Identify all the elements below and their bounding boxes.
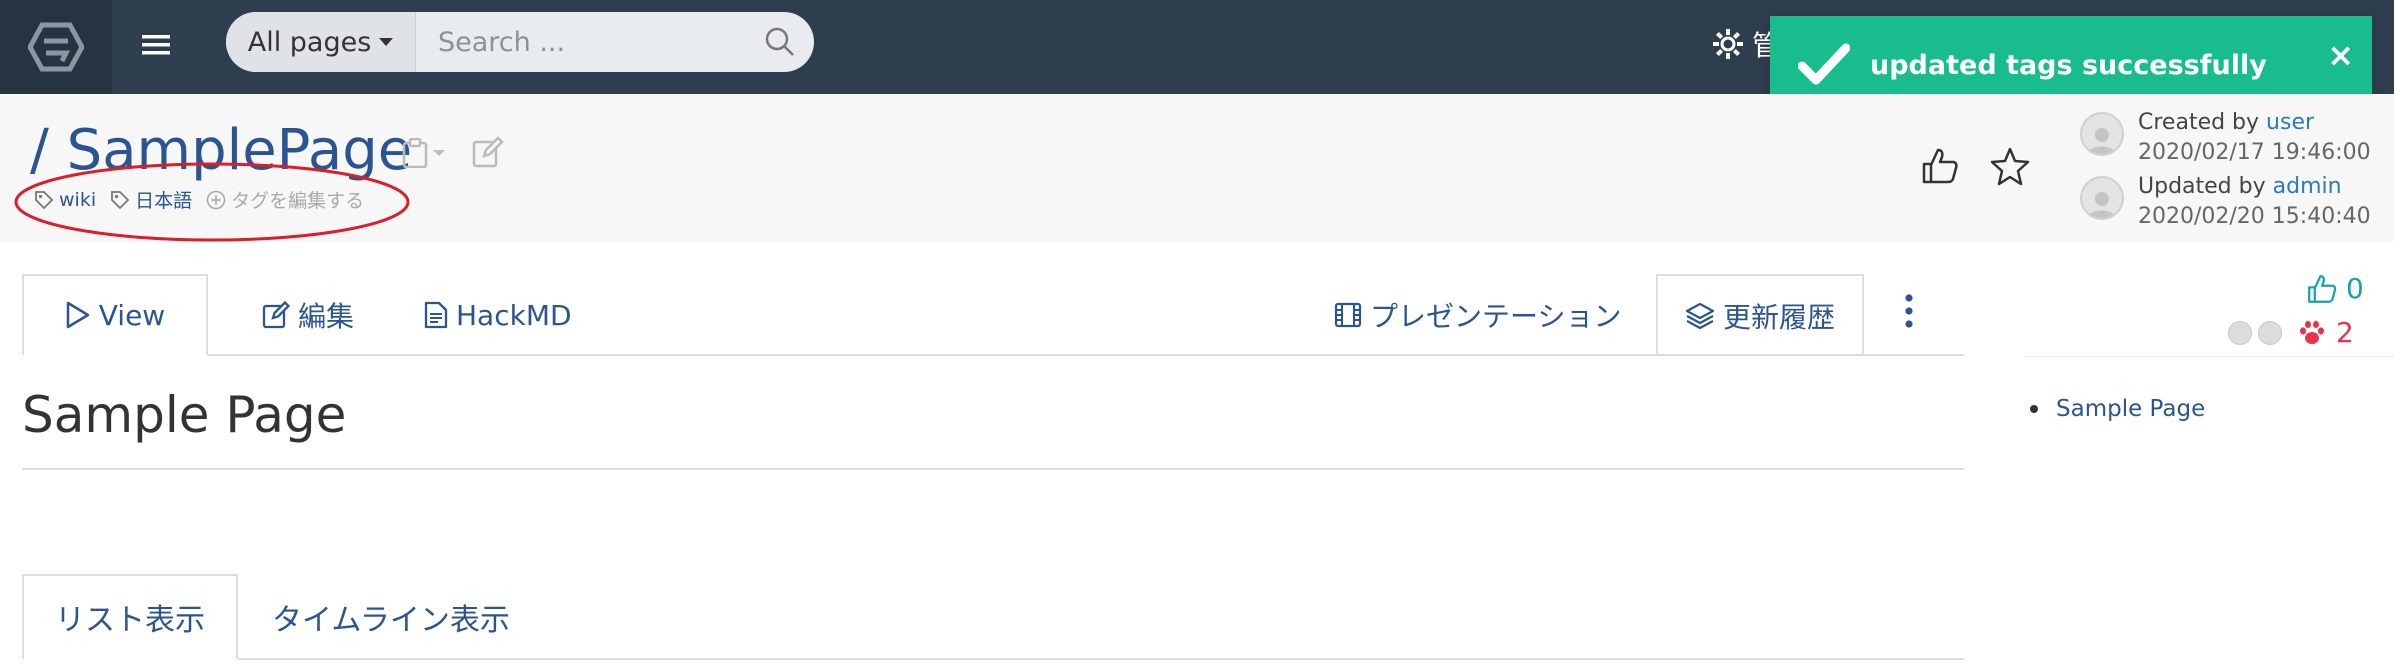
search-input[interactable] [416, 12, 814, 72]
tab-timeline-view-label: タイムライン表示 [272, 603, 510, 638]
check-icon [1798, 43, 1850, 85]
seen-count[interactable]: 2 [2298, 316, 2354, 349]
logo-icon [28, 22, 84, 72]
seen-users: 2 [2228, 316, 2354, 349]
avatar [2080, 176, 2124, 220]
bookmark-star-icon[interactable] [1990, 146, 2030, 186]
toast-message: updated tags successfully [1870, 50, 2267, 81]
created-by-info: Created by user 2020/02/17 19:46:00 [2080, 108, 2371, 168]
play-icon [66, 301, 90, 329]
paw-icon [2300, 320, 2324, 344]
tab-hackmd-label: HackMD [456, 298, 572, 332]
growi-logo[interactable] [0, 0, 112, 94]
table-of-contents: Sample Page [2030, 396, 2205, 422]
avatar [2080, 112, 2124, 156]
tab-list-view[interactable]: リスト表示 [22, 574, 238, 660]
search-scope-dropdown[interactable]: All pages [226, 12, 416, 72]
created-by-prefix: Created by [2138, 110, 2260, 135]
tab-history-label: 更新履歴 [1722, 301, 1835, 334]
search-bar: All pages [226, 12, 814, 72]
tab-view[interactable]: View [22, 274, 208, 356]
tab-view-label: View [98, 298, 166, 332]
heading-divider [22, 468, 1964, 470]
chevron-down-icon [433, 150, 445, 156]
more-vertical-icon[interactable] [1902, 292, 1916, 330]
updated-by-prefix: Updated by [2138, 174, 2266, 199]
chevron-down-icon [379, 38, 394, 46]
toc-divider [2024, 356, 2394, 357]
search-icon[interactable] [764, 26, 796, 58]
tab-edit[interactable]: 編集 [262, 274, 354, 356]
hamburger-menu-button[interactable] [138, 27, 174, 63]
edit-icon [262, 301, 290, 329]
created-date: 2020/02/17 19:46:00 [2138, 140, 2371, 165]
tab-timeline-view[interactable]: タイムライン表示 [272, 574, 510, 660]
toast-close-button[interactable]: × [2327, 36, 2354, 74]
tab-presentation-label: プレゼンテーション [1370, 300, 1622, 333]
updated-date: 2020/02/20 15:40:40 [2138, 204, 2371, 229]
hamburger-icon [142, 35, 170, 55]
bullet-icon [2030, 405, 2038, 413]
avatar[interactable] [2228, 320, 2252, 345]
user-silhouette-icon [2088, 192, 2116, 218]
tab-history[interactable]: 更新履歴 [1656, 274, 1864, 356]
toc-item[interactable]: Sample Page [2030, 396, 2205, 422]
like-button-icon[interactable] [1920, 146, 1960, 186]
updated-by-user-link[interactable]: admin [2273, 174, 2342, 199]
like-count-value: 0 [2346, 272, 2364, 305]
tab-list-view-label: リスト表示 [55, 603, 205, 638]
seen-count-value: 2 [2336, 316, 2354, 349]
annotation-ellipse [14, 162, 410, 242]
search-scope-label: All pages [247, 26, 372, 58]
page-heading: Sample Page [22, 386, 347, 444]
file-text-icon [424, 301, 448, 329]
thumbs-up-icon [2308, 274, 2337, 303]
film-icon [1334, 302, 1362, 328]
gear-icon[interactable] [1710, 26, 1746, 62]
user-silhouette-icon [2088, 128, 2116, 154]
tab-edit-label: 編集 [298, 300, 355, 333]
tab-hackmd[interactable]: HackMD [424, 274, 572, 356]
created-by-user-link[interactable]: user [2266, 110, 2314, 135]
like-count[interactable]: 0 [2306, 272, 2364, 305]
layers-icon [1685, 302, 1715, 330]
updated-by-info: Updated by admin 2020/02/20 15:40:40 [2080, 172, 2371, 232]
tab-presentation[interactable]: プレゼンテーション [1334, 274, 1621, 356]
toc-item-label: Sample Page [2056, 396, 2206, 422]
edit-title-icon[interactable] [472, 136, 504, 168]
avatar[interactable] [2258, 320, 2282, 345]
